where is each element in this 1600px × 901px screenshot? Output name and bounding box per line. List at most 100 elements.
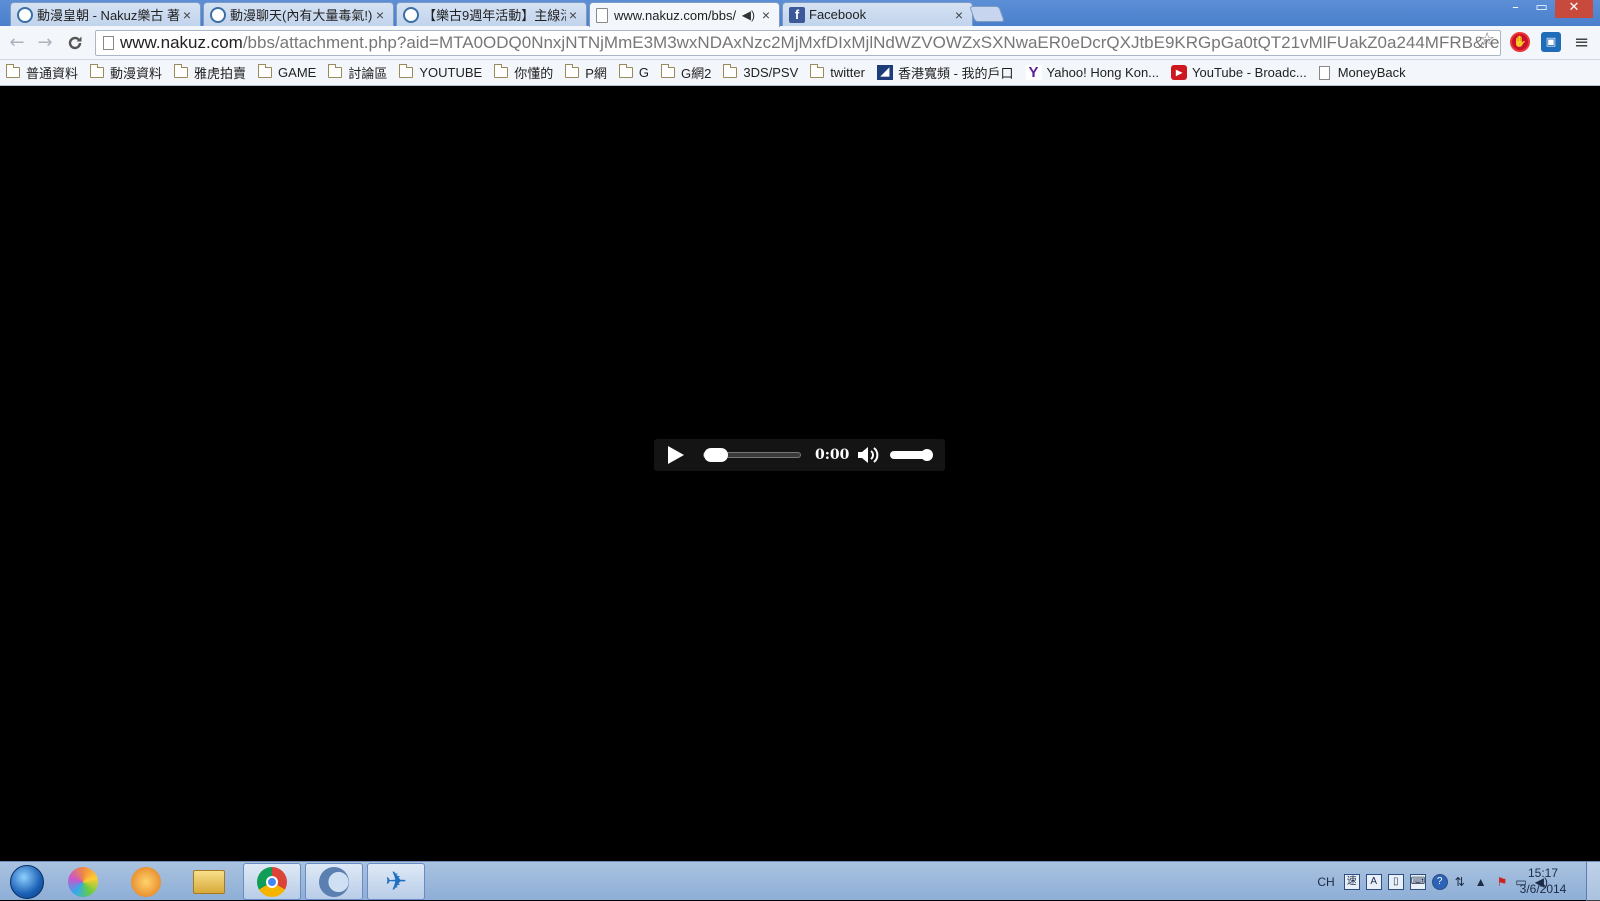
bookmark-folder[interactable]: G網2 [661, 63, 711, 82]
bookmark-folder[interactable]: G [618, 64, 650, 80]
taskbar-explorer[interactable] [180, 863, 238, 900]
bookmark-folder[interactable]: 你懂的 [494, 63, 553, 82]
ime-keyboard-icon[interactable]: ⌨ [1409, 873, 1426, 890]
bookmark-folder[interactable]: YOUTUBE [399, 64, 483, 80]
extension-icon[interactable]: ▣ [1541, 32, 1561, 52]
page-content: 0:00 [0, 86, 1600, 861]
tray-options-icon[interactable]: ⇅ [1455, 875, 1465, 889]
start-button[interactable] [4, 863, 50, 900]
folder-icon [258, 64, 273, 78]
page-favicon-icon [596, 7, 608, 23]
bookmark-label: 動漫資料 [110, 66, 163, 81]
seek-thumb[interactable] [704, 448, 728, 462]
app-bird-icon: ✈ [385, 866, 407, 897]
tray-expand-icon[interactable]: ▲ [1475, 875, 1487, 889]
app-moon-icon [319, 866, 349, 897]
audio-player: 0:00 [654, 439, 945, 471]
folder-icon [565, 64, 580, 78]
action-center-icon[interactable]: ⚑ [1497, 875, 1508, 889]
system-clock[interactable]: 15:17 3/6/2014 [1508, 865, 1578, 897]
chrome-icon [257, 866, 287, 897]
forward-button[interactable]: → [33, 32, 57, 54]
taskbar-chrome[interactable] [243, 863, 301, 900]
tab-close-icon[interactable]: × [373, 7, 387, 23]
tab-label: 【樂古9週年活動】主線活 [423, 8, 566, 23]
tab-close-icon[interactable]: × [180, 7, 194, 23]
bookmark-link[interactable]: MoneyBack [1318, 65, 1406, 80]
bookmark-folder[interactable]: P網 [565, 63, 607, 82]
bookmark-label: MoneyBack [1337, 65, 1406, 80]
tab-label: 動漫皇朝 - Nakuz樂古 著 [37, 8, 180, 23]
ime-mode-icon[interactable]: 速 [1343, 873, 1360, 890]
bookmark-folder[interactable]: 動漫資料 [90, 63, 162, 82]
folder-icon [328, 64, 343, 78]
bookmark-link[interactable]: ▶ YouTube - Broadc... [1171, 65, 1307, 80]
tab-close-icon[interactable]: × [759, 7, 773, 23]
address-bar[interactable]: www.nakuz.com/bbs/attachment.php?aid=MTA… [95, 30, 1501, 56]
tab-2[interactable]: 動漫聊天(內有大量毒氣!) × [203, 2, 394, 26]
browser-chrome: 動漫皇朝 - Nakuz樂古 著 × 動漫聊天(內有大量毒氣!) × 【樂古9週… [0, 0, 1600, 86]
bookmark-label: 討論區 [348, 66, 388, 81]
back-button[interactable]: ← [5, 32, 29, 54]
url-path: /bbs/attachment.php?aid=MTA0ODQ0NnxjNTNj… [242, 33, 1500, 52]
new-tab-button[interactable] [969, 6, 1005, 22]
close-window-button[interactable]: ✕ [1555, 0, 1593, 18]
help-icon[interactable]: ? [1431, 873, 1448, 890]
show-desktop-button[interactable] [1586, 862, 1600, 901]
bookmark-label: 你懂的 [514, 66, 554, 81]
language-indicator[interactable]: CH [1317, 875, 1334, 889]
bookmark-label: G [638, 65, 650, 80]
volume-thumb[interactable] [921, 449, 933, 461]
folder-icon [6, 64, 20, 78]
minimize-button[interactable]: – [1502, 0, 1529, 18]
bookmark-label: P網 [585, 66, 607, 81]
current-time: 0:00 [815, 447, 850, 463]
bookmark-folder[interactable]: 普通資料 [6, 63, 78, 82]
bookmark-folder[interactable]: 雅虎拍賣 [174, 63, 246, 82]
taskbar-app-1[interactable] [54, 863, 112, 900]
adblock-extension-icon[interactable]: ✋ [1510, 32, 1530, 52]
tab-label: Facebook [809, 7, 867, 22]
browser-toolbar: ← → www.nakuz.com/bbs/attachment.php?aid… [0, 26, 1600, 60]
taskbar-app-moon[interactable] [305, 863, 363, 900]
bookmark-link[interactable]: Y Yahoo! Hong Kon... [1025, 65, 1160, 80]
bookmark-label: Yahoo! Hong Kon... [1046, 65, 1160, 80]
tab-5[interactable]: f Facebook × [782, 2, 973, 26]
bookmark-star-icon[interactable]: ☆ [1479, 29, 1495, 50]
ime-toggle-icon[interactable]: ▯ [1387, 873, 1404, 890]
windows-taskbar: ✈ CH 速 A ▯ ⌨ ? ⇅ ▲ ⚑ ▭ ◀) 15:17 3/6/2014 [0, 861, 1600, 901]
page-icon [103, 36, 114, 50]
ime-fullwidth-icon[interactable]: A [1365, 873, 1382, 890]
tab-close-icon[interactable]: × [566, 7, 580, 23]
taskbar-app-bird[interactable]: ✈ [367, 863, 425, 900]
folder-icon [174, 64, 189, 78]
bookmark-folder[interactable]: 討論區 [328, 63, 387, 82]
hkbn-favicon-icon: ◢ [876, 65, 893, 80]
bookmark-label: twitter [830, 65, 865, 80]
bookmark-label: GAME [278, 65, 317, 80]
tab-close-icon[interactable]: × [952, 7, 966, 23]
tab-4-active[interactable]: www.nakuz.com/bbs/ ◀) × [589, 2, 780, 27]
tab-label: 動漫聊天(內有大量毒氣!) [230, 8, 373, 23]
bookmark-label: YOUTUBE [419, 65, 483, 80]
taskbar-app-2[interactable] [117, 863, 175, 900]
folder-icon [723, 64, 738, 78]
maximize-button[interactable]: ▭ [1528, 0, 1555, 18]
audio-playing-icon[interactable]: ◀) [742, 8, 755, 22]
bookmark-folder[interactable]: twitter [810, 64, 865, 80]
chrome-menu-icon[interactable]: ≡ [1574, 32, 1589, 53]
bookmark-label: 普通資料 [26, 66, 79, 81]
reload-button[interactable] [63, 32, 87, 54]
bookmark-folder[interactable]: GAME [258, 64, 317, 80]
bookmark-folder[interactable]: 3DS/PSV [723, 64, 799, 80]
nakuz-favicon-icon [403, 6, 419, 23]
bookmark-label: 3DS/PSV [743, 65, 799, 80]
tab-1[interactable]: 動漫皇朝 - Nakuz樂古 著 × [10, 2, 201, 26]
clock-date: 3/6/2014 [1519, 882, 1567, 896]
bookmark-link[interactable]: ◢ 香港寬頻 - 我的戶口 [876, 63, 1014, 82]
reload-icon [68, 36, 82, 50]
tab-3[interactable]: 【樂古9週年活動】主線活 × [396, 2, 587, 26]
yahoo-favicon-icon: Y [1025, 65, 1042, 80]
play-icon[interactable] [668, 446, 684, 464]
volume-icon[interactable] [856, 444, 880, 466]
